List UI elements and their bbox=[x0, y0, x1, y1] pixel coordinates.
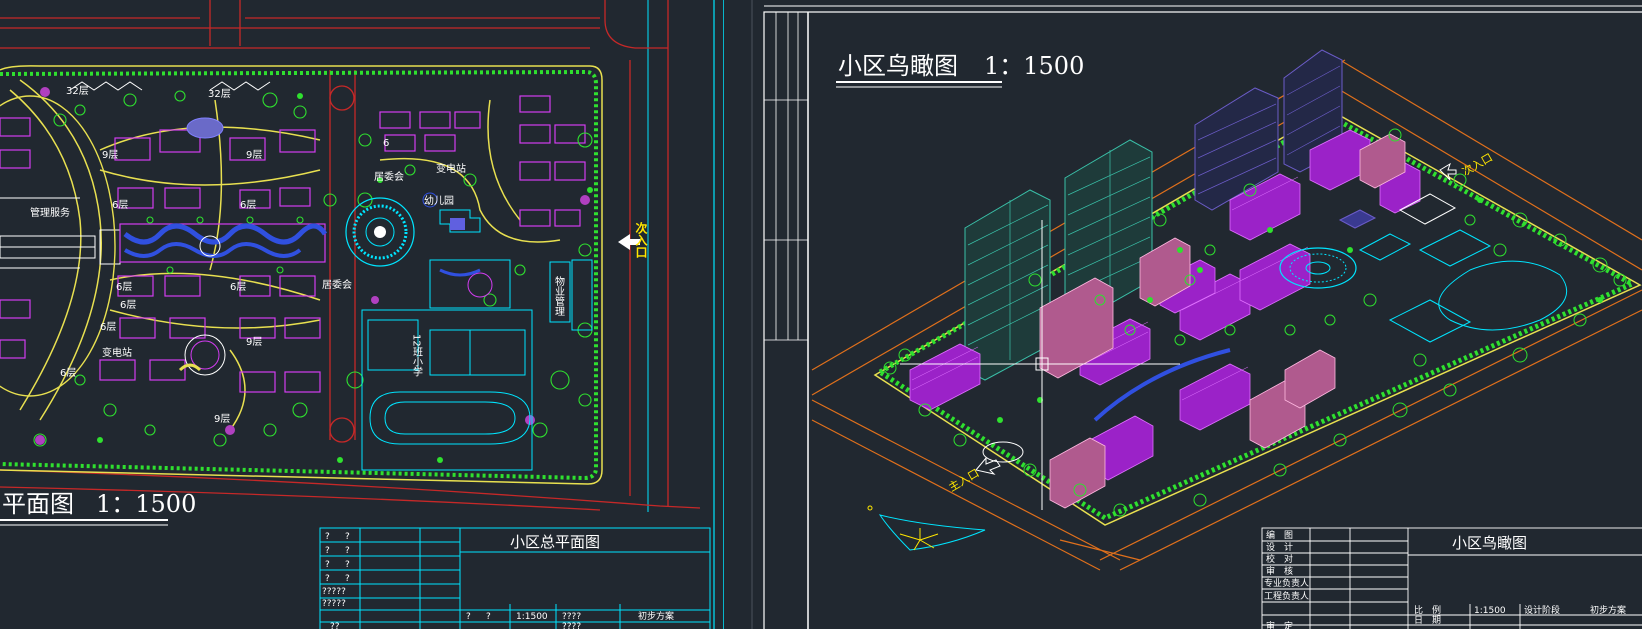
floor-label: 6 bbox=[383, 138, 389, 149]
svg-text:?: ? bbox=[325, 560, 330, 570]
main-entrance-marker: 主入口 bbox=[946, 456, 1001, 495]
svg-text:?: ? bbox=[345, 532, 350, 542]
floor-label: 6层 bbox=[100, 321, 116, 333]
svg-text:?: ? bbox=[325, 546, 330, 556]
floor-label: 6层 bbox=[240, 199, 256, 211]
secondary-entrance-label: 次入口 bbox=[634, 221, 648, 259]
title-block-drawing-name: 小区鸟瞰图 bbox=[1452, 534, 1527, 552]
svg-text:审 核: 审 核 bbox=[1266, 565, 1293, 577]
tree-symbols bbox=[33, 90, 593, 447]
committee-label: 居委会 bbox=[374, 170, 404, 183]
floor-label: 6层 bbox=[230, 281, 246, 293]
svg-text:?: ? bbox=[325, 574, 330, 584]
aerial-school bbox=[1338, 193, 1568, 343]
substation-label: 变电站 bbox=[102, 346, 132, 359]
svg-text:校 对: 校 对 bbox=[1266, 553, 1293, 565]
svg-text:?: ? bbox=[325, 532, 330, 542]
svg-text:??: ?? bbox=[330, 622, 340, 629]
svg-text:?????: ????? bbox=[322, 599, 346, 609]
floor-label: 9层 bbox=[102, 149, 118, 161]
property-mgmt-label: 物业管理 bbox=[553, 275, 565, 316]
scale-label: 比 例 bbox=[1414, 604, 1441, 616]
floor-label: 6层 bbox=[116, 281, 132, 293]
left-sheet: 32层 32层 9层 9层 6层 6层 6层 6层 6层 6层 9层 9层 6层… bbox=[0, 0, 725, 629]
drawing-title: 小区鸟瞰图 1：1500 bbox=[838, 52, 1084, 80]
substation-label: 变电站 bbox=[436, 162, 466, 175]
svg-text:设 计: 设 计 bbox=[1266, 541, 1293, 553]
svg-text:?: ? bbox=[345, 546, 350, 556]
stage-value: 初步方案 bbox=[638, 610, 674, 622]
review-label: 审 定 bbox=[1266, 620, 1293, 629]
residential-blocks bbox=[0, 95, 586, 393]
revision-column bbox=[764, 12, 808, 341]
north-arrow-icon bbox=[867, 505, 986, 551]
svg-text:编 图: 编 图 bbox=[1266, 529, 1293, 541]
stage-value: 初步方案 bbox=[1590, 604, 1626, 616]
secondary-entrance-marker: 次入口 bbox=[618, 221, 648, 259]
floor-label: 6层 bbox=[120, 299, 136, 311]
clubhouse-circle bbox=[345, 197, 415, 267]
svg-text:专业负责人: 专业负责人 bbox=[1264, 577, 1309, 589]
title-block-drawing-name: 小区总平面图 bbox=[510, 533, 600, 551]
svg-text:工程负责人: 工程负责人 bbox=[1264, 590, 1309, 602]
design-stage-label: 设计阶段 bbox=[1524, 604, 1560, 616]
secondary-entrance-label: 次入口 bbox=[1459, 150, 1495, 179]
playground bbox=[429, 259, 511, 309]
water-feature bbox=[123, 223, 328, 245]
floor-label: 9层 bbox=[246, 336, 262, 348]
floor-label: 32层 bbox=[208, 88, 231, 100]
floor-label: 6层 bbox=[112, 199, 128, 211]
svg-text:?: ? bbox=[486, 612, 491, 622]
svg-text:?: ? bbox=[466, 612, 471, 622]
school-label: 12班小学 bbox=[411, 334, 423, 377]
svg-text:?????: ????? bbox=[322, 587, 346, 597]
right-sheet: 小区鸟瞰图 1：1500 主入口 次入口 小区鸟瞰图 编 图 设 计 校 对 审… bbox=[751, 0, 1642, 629]
main-entrance-label: 主入口 bbox=[946, 467, 981, 495]
floor-label: 6层 bbox=[60, 367, 76, 379]
floor-label: 9层 bbox=[246, 149, 262, 161]
svg-text:?: ? bbox=[345, 574, 350, 584]
svg-text:?: ? bbox=[345, 560, 350, 570]
floor-label: 9层 bbox=[214, 413, 230, 425]
kindergarten-label: 幼儿园 bbox=[424, 194, 454, 207]
date-label: 日 期 bbox=[1414, 615, 1441, 626]
scale-value: 1:1500 bbox=[1474, 606, 1506, 616]
svg-text:????: ???? bbox=[562, 612, 581, 622]
floor-label: 32层 bbox=[66, 85, 89, 97]
committee-label: 居委会 bbox=[322, 278, 352, 291]
mgmt-service-label: 管理服务 bbox=[30, 206, 70, 219]
drawing-title: 平面图 1：1500 bbox=[2, 490, 196, 518]
svg-text:????: ???? bbox=[562, 622, 581, 629]
site-boundary bbox=[0, 65, 603, 485]
scale-value: 1:1500 bbox=[516, 612, 548, 622]
pond bbox=[186, 117, 224, 139]
cad-viewport[interactable]: 32层 32层 9层 9层 6层 6层 6层 6层 6层 6层 9层 9层 6层… bbox=[0, 0, 1642, 629]
